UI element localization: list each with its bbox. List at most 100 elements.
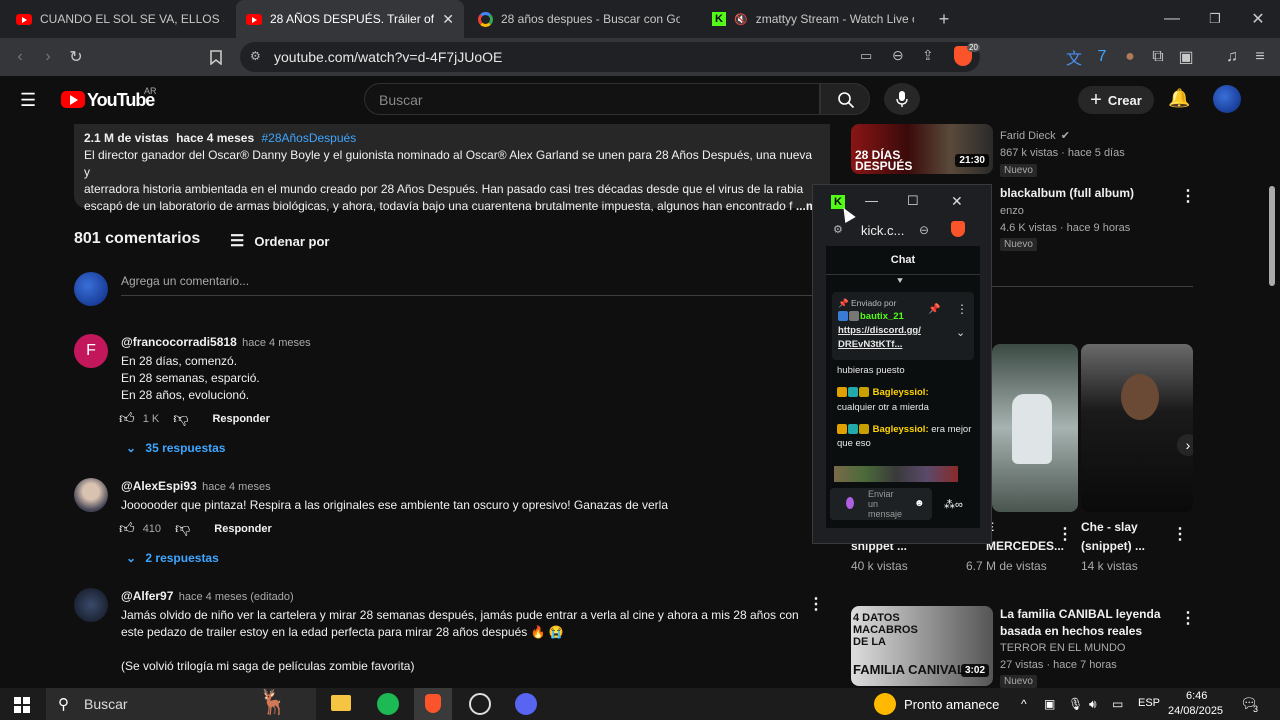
obs-icon[interactable] [469, 693, 491, 715]
minimize-icon[interactable]: — [1160, 7, 1184, 31]
microphone-tray-icon[interactable]: 🎙︎ [1068, 697, 1083, 711]
like-icon[interactable]: 👍︎ [119, 410, 135, 428]
hashtag-link[interactable]: #28AñosDespués [261, 131, 356, 145]
sidebar-icon[interactable]: ▣ [1174, 45, 1198, 69]
page-scrollbar-thumb[interactable] [1269, 186, 1275, 286]
sort-comments-button[interactable]: ☰ Ordenar por [230, 231, 329, 251]
extensions-icon[interactable]: ⧉ [1146, 45, 1170, 69]
video-thumbnail[interactable]: 28 DÍAS DESPUÉS 21:30 [851, 124, 993, 174]
menu-icon[interactable]: ≡ [1248, 45, 1272, 69]
tab-kick-stream[interactable]: K 🔇 zmattyy Stream - Watch Live on K [702, 0, 924, 38]
new-tab-icon[interactable]: + [932, 7, 956, 31]
pinned-message[interactable]: 📌 Enviado por 📌 ⋮ bautix_21 https://disc… [832, 292, 974, 360]
brave-shield-icon[interactable] [951, 221, 965, 237]
short-title[interactable]: E MERCEDES... [986, 518, 1066, 556]
muted-speaker-icon[interactable]: 🔇 [734, 13, 748, 26]
pinned-more-icon[interactable]: ⋮ [956, 302, 968, 316]
chevron-right-icon[interactable]: › [1177, 434, 1193, 456]
comment-author[interactable]: @Alfer97 hace 4 meses (editado) [121, 589, 294, 603]
close-popup-icon[interactable]: ✕ [951, 193, 963, 210]
language-indicator[interactable]: ESP [1138, 697, 1160, 709]
volume-icon[interactable]: 🔊︎ [1089, 697, 1097, 712]
discord-icon[interactable] [515, 693, 537, 715]
commenter-avatar[interactable] [74, 588, 108, 622]
tab-google-search[interactable]: 28 años despues - Buscar con Google [468, 0, 690, 38]
chat-tab[interactable]: Chat [826, 254, 980, 266]
short-more-actions-icon[interactable]: ⋮ [1057, 524, 1073, 544]
like-icon[interactable]: 👍︎ [119, 520, 135, 538]
cast-icon[interactable]: ▭ [860, 48, 872, 64]
chat-input[interactable]: Enviar un mensaje ☻ [830, 488, 932, 520]
short-thumbnail[interactable]: › [1081, 344, 1193, 512]
file-explorer-icon[interactable] [331, 695, 351, 711]
close-window-icon[interactable]: ✕ [1246, 7, 1270, 31]
comment-time[interactable]: hace 4 meses [202, 481, 270, 493]
maximize-icon[interactable]: ☐ [907, 193, 919, 209]
account-avatar[interactable] [1213, 85, 1241, 113]
reload-icon[interactable]: ↻ [64, 45, 88, 69]
tray-app-icon[interactable]: ▣ [1044, 697, 1055, 711]
extension-7tv-icon[interactable]: 7 [1090, 45, 1114, 69]
view-replies-button[interactable]: ⌄ 2 respuestas [126, 551, 219, 565]
smile-icon[interactable]: ☻ [914, 498, 925, 509]
notifications-bell-icon[interactable]: 🔔 [1168, 88, 1190, 109]
url-field[interactable]: ⚙ youtube.com/watch?v=d-4F7jJUoOE ▭ ⊖ ⇪ … [240, 42, 980, 72]
reply-button[interactable]: Responder [214, 523, 271, 535]
pinned-link[interactable]: https://discord.gg/ [838, 324, 921, 338]
video-more-actions-icon[interactable]: ⋮ [1180, 186, 1196, 206]
clock-date[interactable]: 24/08/2025 [1168, 705, 1223, 717]
view-replies-button[interactable]: ⌄ 35 respuestas [126, 441, 225, 455]
commenter-avatar[interactable] [74, 478, 108, 512]
video-channel[interactable]: Farid Dieck ✔ [1000, 128, 1070, 144]
brave-taskbar-button[interactable] [414, 688, 452, 720]
short-thumbnail[interactable] [992, 344, 1078, 512]
zoom-icon[interactable]: ⊖ [919, 223, 929, 237]
search-input[interactable]: Buscar [364, 83, 820, 115]
windows-start-icon[interactable] [14, 697, 30, 713]
weather-text[interactable]: Pronto amanece [904, 697, 999, 712]
expand-chevron-icon[interactable]: ⌄ [956, 326, 965, 339]
media-icon[interactable]: ♫ [1220, 45, 1244, 69]
channel-name[interactable]: Farid Dieck [1000, 130, 1056, 142]
reply-button[interactable]: Responder [212, 413, 269, 425]
clock-time[interactable]: 6:46 [1186, 690, 1207, 702]
zoom-icon[interactable]: ⊖ [892, 47, 904, 64]
restore-icon[interactable]: ❐ [1203, 7, 1227, 31]
tab-28-anos-trailer[interactable]: 28 AÑOS DESPUÉS. Tráiler oficial ✕ [236, 0, 464, 38]
comment-time[interactable]: hace 4 meses (editado) [179, 591, 294, 603]
channel-name[interactable]: TERROR EN EL MUNDO [1000, 640, 1126, 656]
comment-username[interactable]: @francocorradi5818 [121, 335, 237, 349]
commenter-avatar[interactable]: F [74, 334, 108, 368]
youtube-logo-icon[interactable] [61, 91, 85, 108]
tray-overflow-icon[interactable]: ^ [1021, 697, 1027, 711]
chat-settings-icon[interactable]: ⁂∞ [944, 498, 963, 511]
short-title[interactable]: Che - slay (snippet) ... [1081, 518, 1167, 556]
video-more-actions-icon[interactable]: ⋮ [1180, 608, 1196, 628]
channel-name[interactable]: enzo [1000, 203, 1024, 219]
taskbar-search[interactable]: ⚲ Buscar 🦌 [46, 688, 316, 720]
video-description[interactable]: 2.1 M de vistas hace 4 meses #28AñosDesp… [74, 124, 830, 213]
share-icon[interactable]: ⇪ [922, 47, 934, 64]
network-icon[interactable]: ▭ [1112, 697, 1123, 711]
bookmark-icon[interactable] [204, 45, 228, 69]
close-tab-icon[interactable]: ✕ [442, 11, 454, 28]
minimize-icon[interactable]: — [865, 193, 878, 208]
dislike-icon[interactable]: 👎︎ [173, 410, 188, 428]
spotify-icon[interactable] [377, 693, 399, 715]
extension-cookie-icon[interactable]: ● [1118, 45, 1142, 69]
site-controls-icon[interactable]: ⚙ [833, 223, 843, 236]
site-info-icon[interactable]: ⚙ [250, 49, 261, 63]
create-button[interactable]: + Crear [1078, 86, 1154, 114]
translate-icon[interactable]: 文 [1062, 45, 1086, 69]
add-comment-input[interactable]: Agrega un comentario... [121, 274, 821, 296]
emote-bar[interactable] [834, 466, 958, 482]
hamburger-menu-icon[interactable]: ☰ [20, 90, 36, 111]
search-button[interactable] [820, 83, 870, 115]
short-more-actions-icon[interactable]: ⋮ [1172, 524, 1188, 544]
video-title[interactable]: blackalbum (full album) [1000, 185, 1134, 202]
video-thumbnail[interactable]: 4 DATOS MACABROS DE LA FAMILIA CANIVAL 3… [851, 606, 993, 686]
pinned-link[interactable]: DREvN3tKTf... [838, 338, 902, 352]
back-icon[interactable]: ‹ [8, 45, 32, 69]
comment-username[interactable]: @AlexEspi93 [121, 479, 197, 493]
comment-username[interactable]: @Alfer97 [121, 589, 173, 603]
